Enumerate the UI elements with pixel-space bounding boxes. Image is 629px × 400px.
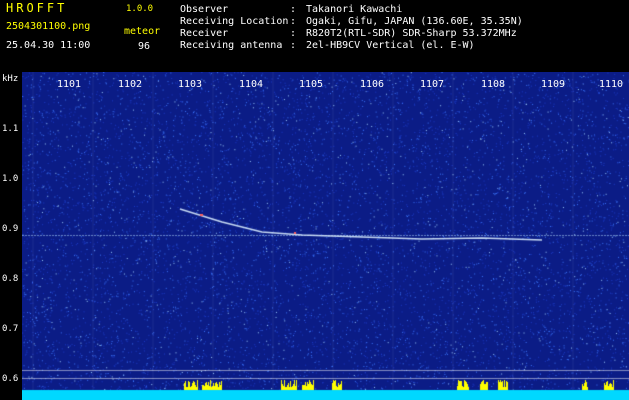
x-tick-label: 1107: [420, 79, 445, 90]
x-tick-label: 1106: [360, 79, 385, 90]
x-tick-label: 1103: [178, 79, 203, 90]
info-label: Observer: [180, 4, 229, 15]
info-colon: :: [290, 4, 297, 15]
y-axis-unit: kHz: [2, 74, 19, 84]
app-version: 1.0.0: [126, 4, 154, 14]
x-tick-label: 1102: [118, 79, 143, 90]
info-colon: :: [290, 16, 297, 27]
capture-mode: meteor: [124, 26, 161, 37]
y-tick-label: 0.6: [2, 374, 19, 384]
info-colon: :: [290, 28, 297, 39]
x-tick-label: 1110: [599, 79, 624, 90]
x-tick-label: 1109: [541, 79, 566, 90]
spectrogram: [22, 72, 629, 400]
y-tick-label: 0.8: [2, 274, 19, 284]
capture-datetime: 25.04.30 11:00: [6, 40, 91, 51]
info-value: Takanori Kawachi: [306, 4, 403, 15]
y-tick-label: 1.0: [2, 174, 19, 184]
meteor-count: 96: [138, 41, 151, 52]
info-value: 2el-HB9CV Vertical (el. E-W): [306, 40, 475, 51]
info-value: R820T2(RTL-SDR) SDR-Sharp 53.372MHz: [306, 28, 517, 39]
info-label: Receiving antenna: [180, 40, 283, 51]
x-tick-label: 1108: [481, 79, 506, 90]
spectrogram-canvas: [22, 72, 629, 400]
x-tick-label: 1104: [239, 79, 264, 90]
capture-filename: 2504301100.png: [6, 21, 91, 32]
info-label: Receiver: [180, 28, 229, 39]
y-tick-label: 0.7: [2, 324, 19, 334]
x-tick-label: 1105: [299, 79, 324, 90]
y-tick-label: 1.1: [2, 124, 19, 134]
app-title: HROFFT: [6, 1, 68, 15]
header-panel: HROFFT 1.0.0 2504301100.png 25.04.30 11:…: [0, 0, 629, 72]
info-label: Receiving Location: [180, 16, 289, 27]
x-tick-label: 1101: [57, 79, 82, 90]
info-value: Ogaki, Gifu, JAPAN (136.60E, 35.35N): [306, 16, 523, 27]
info-colon: :: [290, 40, 297, 51]
y-tick-label: 0.9: [2, 224, 19, 234]
